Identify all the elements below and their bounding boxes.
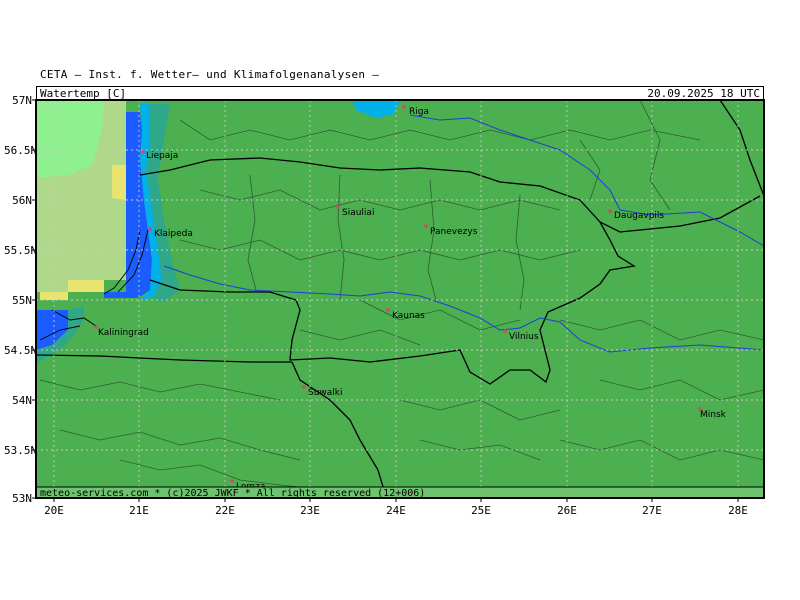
- city-label-liepaja: Liepaja: [146, 151, 178, 161]
- lon-label-21: 21E: [129, 504, 149, 517]
- lat-label-57: 57N: [12, 94, 32, 107]
- lon-label-24: 24E: [386, 504, 406, 517]
- city-daugavpils: Daugavpils: [608, 209, 664, 221]
- city-minsk: Minsk: [698, 407, 727, 420]
- city-siauliai: Siauliai: [336, 205, 374, 218]
- coast-yellow-1: [112, 165, 126, 200]
- lon-label-22: 22E: [215, 504, 235, 517]
- lat-label-54: 54N: [12, 394, 32, 407]
- lat-label-53: 53N: [12, 492, 32, 505]
- city-label-kaunas: Kaunas: [392, 311, 425, 321]
- city-kaunas: Kaunas: [386, 308, 425, 321]
- copyright-footer: meteo-services.com * (c)2025 JWKF * All …: [40, 488, 426, 499]
- city-label-daugavpils: Daugavpils: [614, 211, 664, 221]
- city-label-panevezys: Panevezys: [430, 227, 478, 237]
- lat-label-55-5: 55.5N: [4, 244, 38, 257]
- city-suwalki: Suwalki: [302, 385, 343, 398]
- lat-label-56-5: 56.5N: [4, 144, 38, 157]
- lon-label-27: 27E: [642, 504, 662, 517]
- city-label-siauliai: Siauliai: [342, 208, 374, 218]
- lat-label-56: 56N: [12, 194, 32, 207]
- city-kaliningrad: Kaliningrad: [94, 325, 149, 338]
- lat-label-55: 55N: [12, 294, 32, 307]
- lat-label-53-5: 53.5N: [4, 444, 38, 457]
- city-label-klaipeda: Klaipeda: [154, 229, 193, 239]
- lon-label-25: 25E: [471, 504, 491, 517]
- lon-label-26: 26E: [557, 504, 577, 517]
- lon-label-23: 23E: [300, 504, 320, 517]
- city-panevezys: Panevezys: [424, 224, 478, 237]
- city-label-minsk: Minsk: [700, 410, 727, 420]
- coast-yellow-2: [68, 280, 104, 292]
- city-label-riga: Riga: [409, 107, 429, 117]
- city-label-vilnius: Vilnius: [509, 332, 539, 342]
- city-label-suwalki: Suwalki: [308, 388, 343, 398]
- city-label-kaliningrad: Kaliningrad: [98, 328, 149, 338]
- city-liepaja: Liepaja: [141, 150, 178, 161]
- lon-label-28: 28E: [728, 504, 748, 517]
- lat-label-54-5: 54.5N: [4, 344, 38, 357]
- city-vilnius: Vilnius: [503, 329, 539, 342]
- lon-label-20: 20E: [44, 504, 64, 517]
- city-klaipeda: Klaipeda: [148, 227, 193, 239]
